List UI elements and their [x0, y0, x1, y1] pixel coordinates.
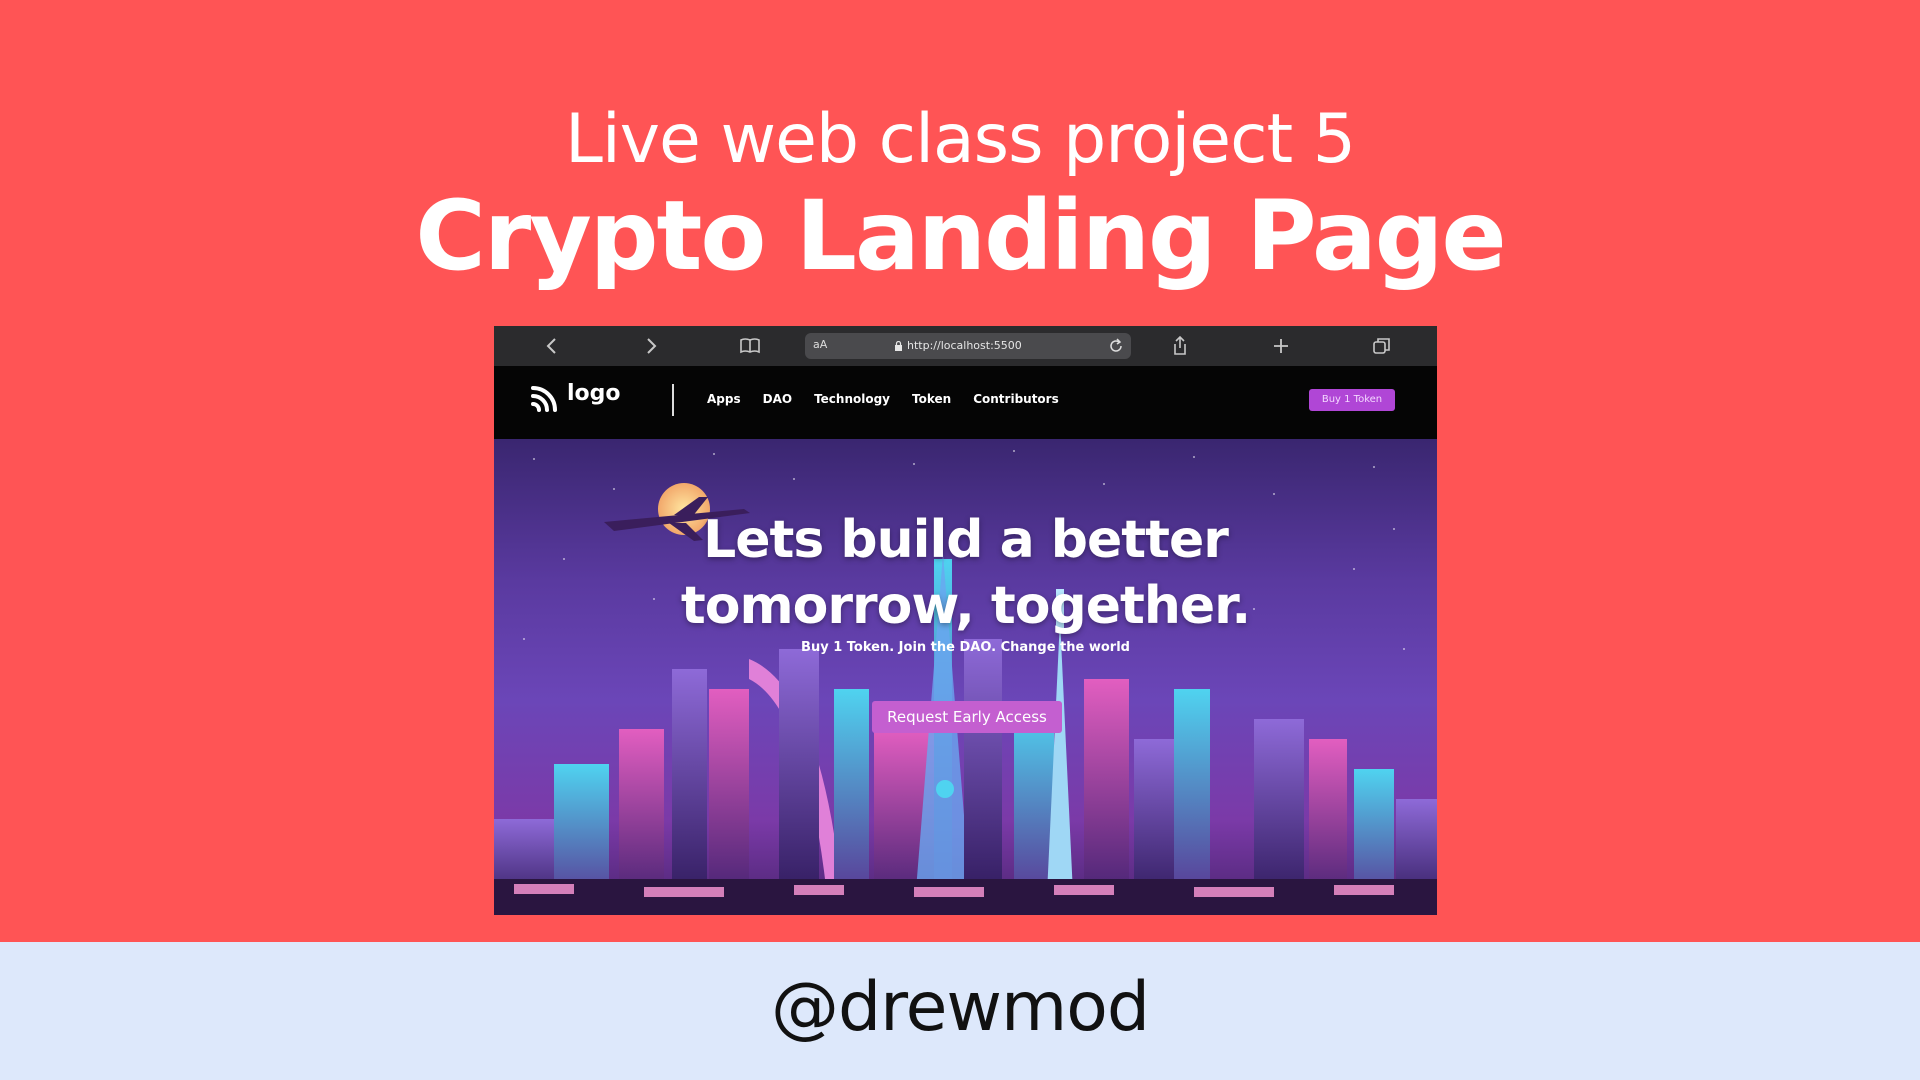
- hero-headline: Lets build a better tomorrow, together.: [494, 507, 1437, 639]
- request-early-access-button[interactable]: Request Early Access: [872, 701, 1062, 733]
- nav-link-token[interactable]: Token: [912, 392, 951, 406]
- logo-icon[interactable]: [529, 382, 561, 414]
- slide-subtitle: Live web class project 5: [564, 100, 1356, 179]
- nav-divider: [672, 384, 674, 416]
- site-navbar: logo Apps DAO Technology Token Contribut…: [494, 366, 1437, 439]
- hero-headline-line-2: tomorrow, together.: [680, 576, 1251, 636]
- nav-link-technology[interactable]: Technology: [814, 392, 890, 406]
- lock-icon: [895, 341, 902, 351]
- forward-icon[interactable]: [639, 334, 663, 358]
- nav-link-dao[interactable]: DAO: [763, 392, 792, 406]
- hero-headline-line-1: Lets build a better: [703, 510, 1229, 570]
- browser-window: aA http://localhost:5500 logo Apps DAO T…: [494, 326, 1437, 915]
- back-icon[interactable]: [540, 334, 564, 358]
- author-handle: @drewmod: [770, 968, 1150, 1047]
- nav-link-contributors[interactable]: Contributors: [973, 392, 1059, 406]
- hero-section: Lets build a better tomorrow, together. …: [494, 439, 1437, 915]
- text-size-button[interactable]: aA: [813, 338, 827, 351]
- browser-toolbar: aA http://localhost:5500: [494, 326, 1437, 366]
- buy-token-button[interactable]: Buy 1 Token: [1309, 389, 1395, 411]
- slide-title: Crypto Landing Page: [415, 180, 1506, 292]
- share-icon[interactable]: [1168, 334, 1192, 358]
- plus-icon[interactable]: [1269, 334, 1293, 358]
- address-bar[interactable]: aA http://localhost:5500: [805, 333, 1131, 359]
- reload-icon[interactable]: [1107, 337, 1125, 355]
- nav-links: Apps DAO Technology Token Contributors: [707, 392, 1081, 406]
- tabs-icon[interactable]: [1370, 334, 1394, 358]
- book-icon[interactable]: [738, 334, 762, 358]
- nav-link-apps[interactable]: Apps: [707, 392, 741, 406]
- hero-subline: Buy 1 Token. Join the DAO. Change the wo…: [801, 640, 1130, 655]
- url-text: http://localhost:5500: [907, 339, 1022, 352]
- logo-text[interactable]: logo: [567, 381, 621, 406]
